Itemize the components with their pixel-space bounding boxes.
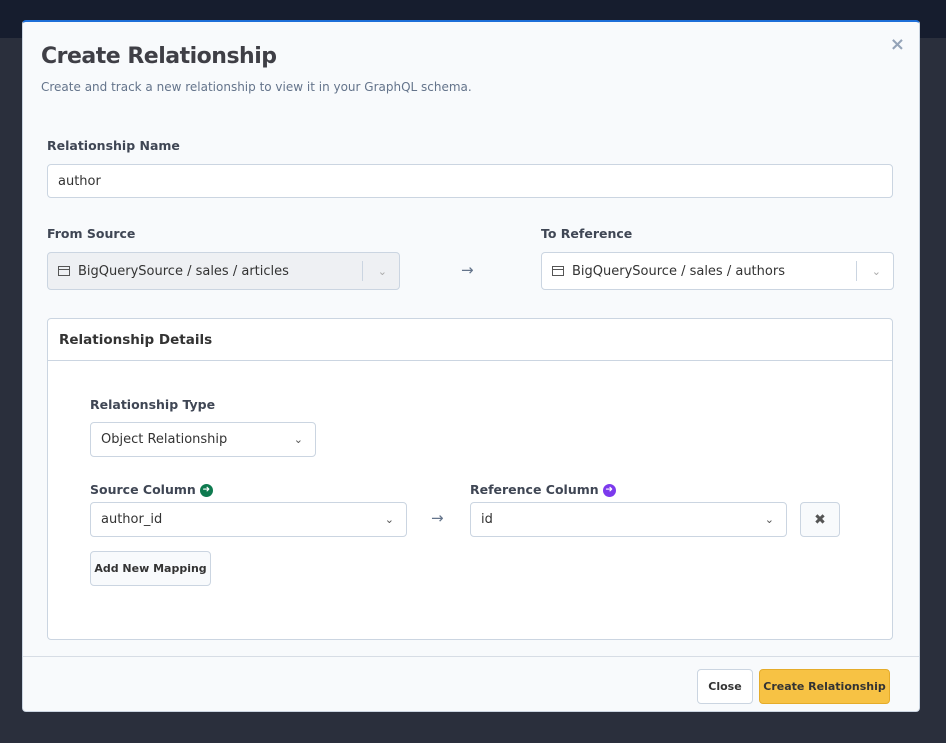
modal-subtitle: Create and track a new relationship to v… <box>41 80 472 94</box>
remove-mapping-button[interactable]: ✖ <box>800 502 840 537</box>
source-column-label: Source Column ➜ <box>90 482 213 497</box>
table-icon <box>58 266 70 276</box>
source-column-value: author_id <box>101 512 163 527</box>
relationship-type-select[interactable]: Object Relationship ⌄ <box>90 422 316 457</box>
modal-footer: Close Create Relationship <box>23 656 919 711</box>
add-new-mapping-button[interactable]: Add New Mapping <box>90 551 211 586</box>
create-relationship-modal: × Create Relationship Create and track a… <box>22 20 920 712</box>
divider <box>856 261 857 281</box>
arrow-right-icon: → <box>431 509 444 527</box>
from-source-label: From Source <box>47 226 136 241</box>
relationship-type-label: Relationship Type <box>90 397 216 412</box>
relationship-details-card: Relationship Details Relationship Type O… <box>47 318 893 640</box>
from-source-value: BigQuerySource / sales / articles <box>78 263 289 279</box>
reference-column-label-text: Reference Column <box>470 482 599 497</box>
relationship-name-input[interactable]: author <box>47 164 893 198</box>
modal-title: Create Relationship <box>41 44 277 69</box>
reference-column-select[interactable]: id ⌄ <box>470 502 787 537</box>
table-icon <box>552 266 564 276</box>
to-reference-value: BigQuerySource / sales / authors <box>572 263 785 279</box>
chevron-down-icon: ⌄ <box>377 264 387 278</box>
relationship-type-value: Object Relationship <box>101 432 228 447</box>
arrow-right-icon: → <box>461 261 474 279</box>
chevron-down-icon: ⌄ <box>384 513 394 526</box>
chevron-down-icon: ⌄ <box>293 433 303 446</box>
relationship-name-value: author <box>58 173 101 189</box>
chevron-down-icon: ⌄ <box>764 513 774 526</box>
divider <box>362 261 363 281</box>
arrow-right-circle-icon: ➜ <box>199 484 213 497</box>
to-reference-select[interactable]: BigQuerySource / sales / authors ⌄ <box>541 252 894 290</box>
chevron-down-icon: ⌄ <box>871 264 881 278</box>
relationship-details-title: Relationship Details <box>48 319 892 361</box>
from-source-select: BigQuerySource / sales / articles ⌄ <box>47 252 400 290</box>
close-icon[interactable]: × <box>890 34 905 55</box>
close-circle-icon: ✖ <box>814 511 826 528</box>
to-reference-label: To Reference <box>541 226 633 241</box>
arrow-left-circle-icon: ➜ <box>602 484 616 497</box>
reference-column-value: id <box>481 512 493 527</box>
relationship-name-label: Relationship Name <box>47 138 180 153</box>
source-column-label-text: Source Column <box>90 482 196 497</box>
reference-column-label: Reference Column ➜ <box>470 482 616 497</box>
close-button[interactable]: Close <box>697 669 753 704</box>
source-column-select[interactable]: author_id ⌄ <box>90 502 407 537</box>
create-relationship-button[interactable]: Create Relationship <box>759 669 890 704</box>
